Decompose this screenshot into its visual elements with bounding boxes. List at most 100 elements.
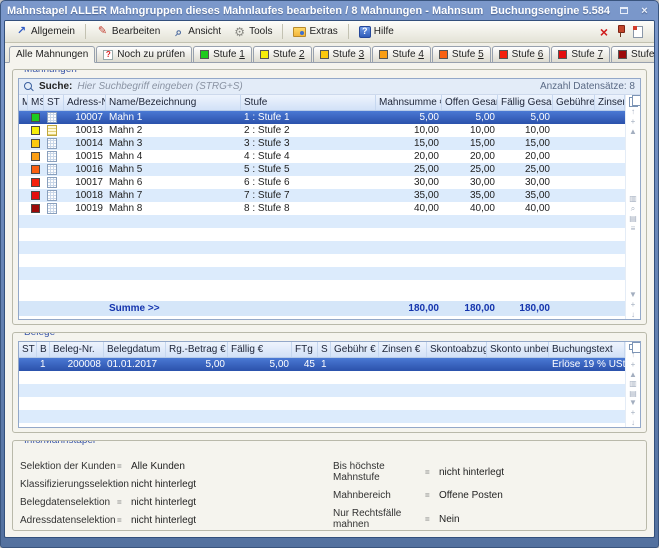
grid-tool-icon[interactable]: ▲ — [627, 370, 639, 379]
mahnungen-col-header[interactable]: MS — [28, 95, 44, 110]
grid-tool-icon[interactable]: ▲ — [627, 127, 639, 136]
belege-col-header[interactable]: S — [318, 342, 331, 357]
tab-stufe-2[interactable]: Stufe 2 — [253, 46, 312, 63]
stufe-color-icon — [618, 50, 627, 59]
close-window-icon[interactable]: × — [637, 4, 652, 17]
belege-col-header[interactable]: Buchungstext — [549, 342, 625, 357]
new-document-icon[interactable] — [633, 26, 643, 38]
grid-tool-icon[interactable]: ≡ — [627, 224, 639, 233]
cell-mahnsumme: 30,00 — [376, 176, 442, 189]
tab-alle-mahnungen[interactable]: Alle Mahnungen — [9, 46, 95, 63]
empty-row — [19, 215, 625, 228]
tab-stufe-6[interactable]: Stufe 6 — [492, 46, 551, 63]
table-row[interactable]: 10017Mahn 66 : Stufe 630,0030,0030,00 — [19, 176, 625, 189]
menu-item-allgemein[interactable]: ↗Allgemein — [10, 23, 80, 40]
belege-col-header[interactable]: Beleg-Nr. — [50, 342, 104, 357]
grid-tool-icon[interactable]: ↓ — [627, 310, 639, 319]
cell-mahnsumme: 5,00 — [376, 111, 442, 124]
tab-stufe-1[interactable]: Stufe 1 — [193, 46, 252, 63]
grid-nav-top: ↑+▲ — [627, 350, 639, 379]
tab-stufe-4[interactable]: Stufe 4 — [372, 46, 431, 63]
tab-stufe-8[interactable]: Stufe 8 — [611, 46, 655, 63]
grid-tool-icon[interactable]: ↓ — [627, 418, 639, 427]
grid-tool-icon[interactable]: ↑ — [627, 107, 639, 116]
table-row[interactable]: 10015Mahn 44 : Stufe 420,0020,0020,00 — [19, 150, 625, 163]
table-row[interactable]: 10013Mahn 22 : Stufe 210,0010,0010,00 — [19, 124, 625, 137]
cell-mahnsumme: 40,00 — [376, 202, 442, 215]
folder-icon — [293, 27, 306, 37]
pin-icon[interactable] — [616, 25, 625, 38]
table-row[interactable]: 10018Mahn 77 : Stufe 735,0035,0035,00 — [19, 189, 625, 202]
tab-noch-zu-pr-fen[interactable]: ?Noch zu prüfen — [96, 46, 192, 63]
tab-stufe-3[interactable]: Stufe 3 — [313, 46, 372, 63]
menu-item-label: Tools — [249, 26, 272, 37]
cell-ms — [28, 176, 44, 189]
tab-label: Stufe 2 — [273, 49, 305, 60]
belege-col-header[interactable]: Rg.-Betrag € — [166, 342, 228, 357]
menu-item-hilfe[interactable]: ?Hilfe — [354, 24, 399, 40]
mahnungen-col-header[interactable]: Gebühren € — [553, 95, 595, 110]
grid-tool-icon[interactable]: + — [627, 408, 639, 417]
cell-zinsen — [595, 124, 625, 137]
grid-tool-icon[interactable]: ▤ — [627, 214, 639, 223]
belege-col-header[interactable]: B — [37, 342, 50, 357]
search-icon[interactable] — [24, 82, 34, 92]
grid-tool-icon[interactable]: ▤ — [627, 389, 639, 398]
table-row[interactable]: 10007Mahn 11 : Stufe 15,005,005,00 — [19, 111, 625, 124]
cell-name: Mahn 6 — [106, 176, 241, 189]
table-row[interactable]: 10019Mahn 88 : Stufe 840,0040,0040,00 — [19, 202, 625, 215]
belege-col-header[interactable]: Fällig € — [228, 342, 292, 357]
cell-stufe: 1 : Stufe 1 — [241, 111, 376, 124]
grid-tool-icon[interactable]: ▼ — [627, 290, 639, 299]
grid-tool-icon[interactable]: ▥ — [627, 379, 639, 388]
belege-col-header[interactable]: FTg — [292, 342, 318, 357]
cell-name: Mahn 7 — [106, 189, 241, 202]
cell-stufe: 8 : Stufe 8 — [241, 202, 376, 215]
belege-col-header[interactable]: Belegdatum — [104, 342, 166, 357]
grid-tool-icon[interactable]: ▥ — [627, 194, 639, 203]
cell-adressnr: 10013 — [64, 124, 106, 137]
mahnungen-col-header[interactable]: Fällig Gesamt € — [498, 95, 553, 110]
grid-tools-middle: ▥⌕▤≡ — [627, 136, 639, 290]
cell-st — [44, 202, 64, 215]
restore-window-icon[interactable] — [616, 4, 631, 17]
belege-col-header[interactable]: ST — [19, 342, 37, 357]
belege-col-header[interactable]: Zinsen € — [379, 342, 427, 357]
mahnungen-col-header[interactable]: Stufe — [241, 95, 376, 110]
mahnungen-col-header[interactable]: M — [19, 95, 28, 110]
belege-col-header[interactable]: Gebühr € — [331, 342, 379, 357]
search-input[interactable] — [77, 81, 535, 92]
mahnungen-col-header[interactable]: Mahnsumme € — [376, 95, 442, 110]
mahnungen-col-header[interactable]: Adress-Nr. — [64, 95, 106, 110]
menu-item-label: Extras — [309, 26, 337, 37]
menu-item-ansicht[interactable]: ⌕Ansicht — [167, 23, 226, 40]
empty-row — [19, 423, 625, 427]
mahnungen-empty-area — [19, 293, 625, 301]
grid-tool-icon[interactable]: + — [627, 300, 639, 309]
copy-icon[interactable] — [629, 344, 638, 350]
cancel-icon[interactable]: × — [600, 25, 608, 39]
grid-tool-icon[interactable]: ▼ — [627, 398, 639, 407]
mahnungen-col-header[interactable]: ST — [44, 95, 64, 110]
menu-item-bearbeiten[interactable]: ✎Bearbeiten — [91, 23, 165, 40]
menu-item-extras[interactable]: Extras — [288, 24, 342, 39]
grid-tool-icon[interactable]: ⌕ — [627, 204, 639, 213]
table-row[interactable]: 120000801.01.20175,005,00451Erlöse 19 % … — [19, 358, 625, 371]
menu-item-label: Ansicht — [188, 26, 221, 37]
mahnungen-col-header[interactable]: Name/Bezeichnung — [106, 95, 241, 110]
copy-icon[interactable] — [629, 97, 638, 107]
cell-gebuehren — [553, 202, 595, 215]
tab-stufe-7[interactable]: Stufe 7 — [551, 46, 610, 63]
grid-tool-icon[interactable]: + — [627, 117, 639, 126]
belege-col-header[interactable]: Skontoabzug € — [427, 342, 487, 357]
table-row[interactable]: 10016Mahn 55 : Stufe 525,0025,0025,00 — [19, 163, 625, 176]
search-label: Suche: — [39, 81, 72, 92]
mahnungen-col-header[interactable]: Zinsen — [595, 95, 625, 110]
menu-item-tools[interactable]: ⚙Tools — [228, 23, 277, 40]
cell-zinsen — [595, 202, 625, 215]
tab-stufe-5[interactable]: Stufe 5 — [432, 46, 491, 63]
belege-col-header[interactable]: Skonto unber. € — [487, 342, 549, 357]
table-row[interactable]: 10014Mahn 33 : Stufe 315,0015,0015,00 — [19, 137, 625, 150]
mahnungen-col-header[interactable]: Offen Gesamt € — [442, 95, 498, 110]
grid-tool-icon[interactable]: + — [627, 360, 639, 369]
